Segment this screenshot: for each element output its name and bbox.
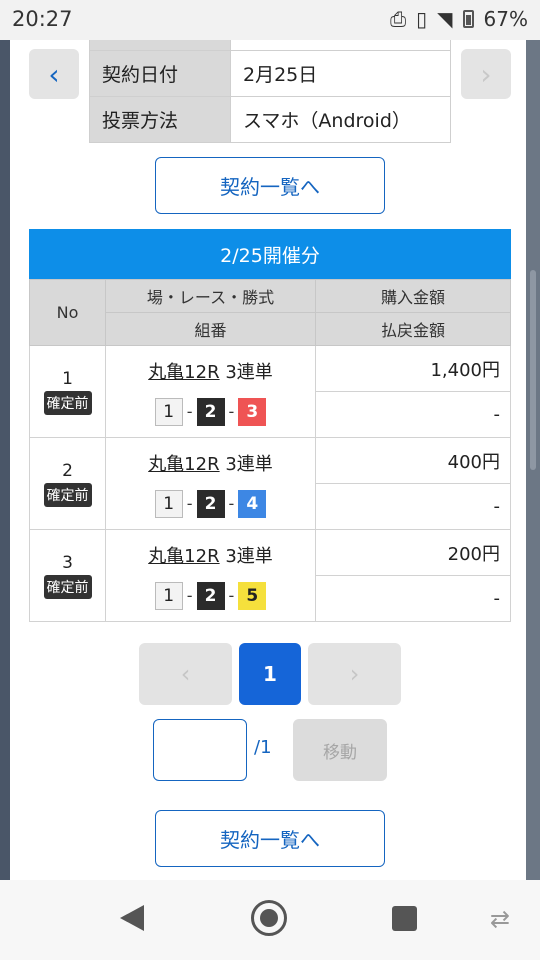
wifi-icon: ◥ [437,7,453,31]
contract-info-row [89,40,451,51]
info-key-cell [89,40,231,51]
bet-no-cell: 2 確定前 [29,437,106,530]
battery-percent: 67% [483,7,528,31]
combo-separator: - [186,586,193,605]
status-badge: 確定前 [43,574,92,599]
battery-icon [462,10,474,28]
chevron-left-icon: ‹ [48,57,60,91]
bets-table: No 場・レース・勝式 購入金額 組番 払戻金額 1 確定前 丸亀12R 3連単 [29,279,511,622]
combination: 1 - 2 - 3 [106,397,315,426]
race-cell: 丸亀12R 3連単 1 - 2 - 3 [105,345,316,438]
contract-info-row: 契約日付 2月25日 [89,50,451,97]
race-place-link[interactable]: 丸亀12R [148,546,219,567]
header-combo: 組番 [105,312,316,346]
home-icon[interactable] [251,900,287,936]
contract-list-button-bottom[interactable]: 契約一覧へ [155,810,385,867]
lane-1-badge: 1 [154,489,183,518]
info-value-cell [230,40,451,51]
contract-date-value: 2月25日 [230,50,451,97]
status-bar: 20:27 ⎙ ▯ ◥ 67% [0,0,540,40]
contract-detail-modal: ‹ › 契約日付 2月25日 投票方法 スマホ（Android） 契約一覧へ 2… [10,40,526,880]
race-title: 丸亀12R 3連単 [106,358,315,384]
race-title: 丸亀12R 3連単 [106,450,315,476]
page-number-input[interactable] [153,719,247,781]
vote-method-value: スマホ（Android） [230,96,451,143]
lane-3-badge: 3 [238,397,267,426]
status-badge: 確定前 [43,482,92,507]
table-row: 3 確定前 丸亀12R 3連単 1 - 2 - 5 200円 [29,529,511,622]
chevron-right-icon: › [349,660,360,688]
lane-1-badge: 1 [154,397,183,426]
move-button[interactable]: 移動 [293,719,387,781]
payout-amount: - [315,483,511,530]
scrollbar-thumb[interactable] [530,270,536,470]
header-purchase: 購入金額 [315,279,511,313]
rotate-icon[interactable]: ⇄ [490,905,510,933]
android-nav-bar: ⇄ [0,880,540,960]
race-cell: 丸亀12R 3連単 1 - 2 - 4 [105,437,316,530]
section-header: 2/25開催分 [29,229,511,279]
pager-current-page[interactable]: 1 [239,643,301,705]
purchase-amount: 200円 [315,529,511,576]
header-no: No [29,279,106,346]
combo-separator: - [186,494,193,513]
payout-amount: - [315,575,511,622]
pager-next-button[interactable]: › [308,643,401,705]
lane-1-badge: 1 [154,581,183,610]
bet-type: 3連単 [225,545,273,567]
header-payout: 払戻金額 [315,312,511,346]
lane-2-badge: 2 [196,581,225,610]
contract-info-table: 契約日付 2月25日 投票方法 スマホ（Android） [89,40,451,143]
table-header-row: No 場・レース・勝式 購入金額 [29,279,511,346]
status-badge: 確定前 [43,390,92,415]
back-icon[interactable] [120,905,144,931]
purchase-amount: 1,400円 [315,345,511,392]
chevron-left-icon: ‹ [180,660,191,688]
lane-2-badge: 2 [196,397,225,426]
table-row: 1 確定前 丸亀12R 3連単 1 - 2 - 3 1,400円 [29,345,511,438]
lane-4-badge: 4 [238,489,267,518]
combo-separator: - [228,586,235,605]
contract-info-row: 投票方法 スマホ（Android） [89,96,451,143]
combo-separator: - [186,402,193,421]
bet-no-cell: 3 確定前 [29,529,106,622]
lane-2-badge: 2 [196,489,225,518]
combo-separator: - [228,494,235,513]
bet-type: 3連単 [225,361,273,383]
combination: 1 - 2 - 4 [106,489,315,518]
bet-number: 2 [62,460,73,481]
screen: 20:27 ⎙ ▯ ◥ 67% ‹ › 契約日付 2月25日 投票方法 スマホ（… [0,0,540,960]
race-cell: 丸亀12R 3連単 1 - 2 - 5 [105,529,316,622]
nfc-icon: ⎙ [390,7,407,31]
bet-number: 3 [62,552,73,573]
chevron-right-icon: › [480,57,492,91]
bet-type: 3連単 [225,453,273,475]
purchase-amount: 400円 [315,437,511,484]
race-place-link[interactable]: 丸亀12R [148,362,219,383]
background-left [0,40,10,880]
bet-number: 1 [62,368,73,389]
vote-method-label: 投票方法 [89,96,231,143]
status-time: 20:27 [12,7,73,31]
table-row: 2 確定前 丸亀12R 3連単 1 - 2 - 4 400円 [29,437,511,530]
status-icons: ⎙ ▯ ◥ 67% [390,7,528,31]
next-contract-button[interactable]: › [461,49,511,99]
lane-5-badge: 5 [238,581,267,610]
race-title: 丸亀12R 3連単 [106,542,315,568]
header-race: 場・レース・勝式 [105,279,316,313]
pager-prev-button[interactable]: ‹ [139,643,232,705]
scrollbar-track[interactable] [526,40,540,880]
contract-list-button-top[interactable]: 契約一覧へ [155,157,385,214]
contract-date-label: 契約日付 [89,50,231,97]
race-place-link[interactable]: 丸亀12R [148,454,219,475]
recent-apps-icon[interactable] [392,906,417,931]
page-total: /1 [254,737,272,758]
payout-amount: - [315,391,511,438]
combo-separator: - [228,402,235,421]
prev-contract-button[interactable]: ‹ [29,49,79,99]
combination: 1 - 2 - 5 [106,581,315,610]
vibrate-icon: ▯ [416,7,428,31]
bet-no-cell: 1 確定前 [29,345,106,438]
